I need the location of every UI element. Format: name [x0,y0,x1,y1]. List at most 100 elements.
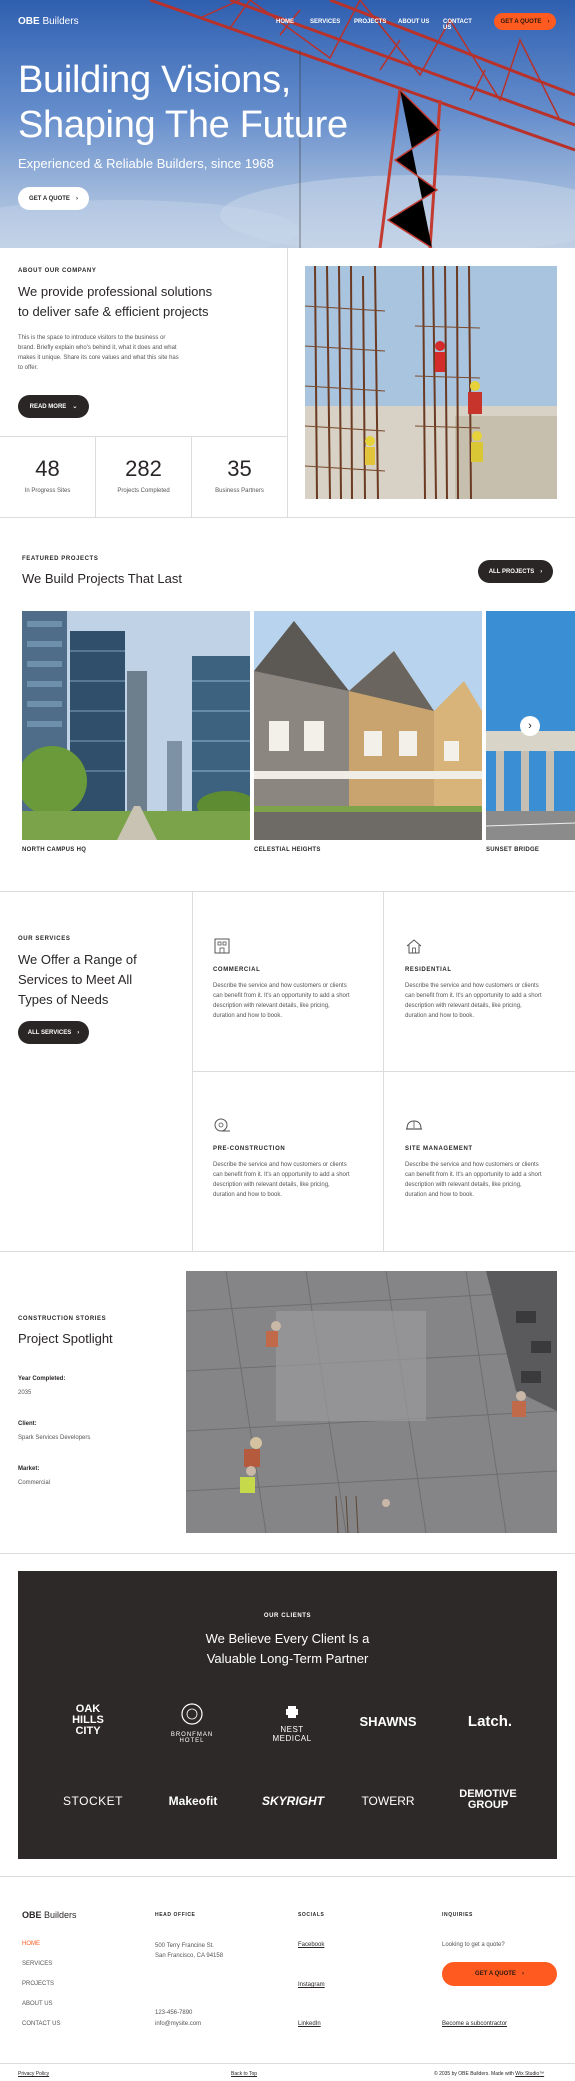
about-body-line: makes it unique. Share its core values a… [18,355,179,361]
project-caption[interactable]: SUNSET BRIDGE [486,847,539,853]
stat-value: 282 [125,456,162,481]
privacy-policy-link[interactable]: Privacy Policy [18,2071,49,2077]
about-heading-line2: to deliver safe & efficient projects [18,304,209,319]
hard-hat-icon [406,1120,422,1130]
project-caption[interactable]: CELESTIAL HEIGHTS [254,847,321,853]
divider [0,1553,575,1554]
nav-contact-us[interactable]: CONTACT US [443,19,476,31]
stat-in-progress: 48 In Progress Sites [0,456,95,494]
carousel-next-button[interactable]: › [520,716,540,736]
nav-home[interactable]: HOME [276,19,294,25]
service-desc-line: can benefit from it. It's an opportunity… [213,1172,350,1178]
divider [192,1071,575,1072]
divider [0,436,287,437]
building-icon [214,938,230,954]
clients-eyebrow: OUR CLIENTS [263,1613,312,1619]
clients-heading: We Believe Every Client Is a Valuable Lo… [18,1629,557,1669]
footer-email[interactable]: info@mysite.com [155,2019,201,2030]
project-caption[interactable]: NORTH CAMPUS HQ [22,847,86,853]
chevron-right-icon: › [540,568,543,575]
house-icon [406,939,422,954]
address-line: 500 Terry Francine St. [155,1943,214,1949]
spotlight-client-label: Client: [18,1421,37,1427]
wix-link[interactable]: Wix Studio™ [515,2071,544,2077]
divider [287,248,288,518]
about-heading: We provide professional solutions to del… [18,282,212,322]
clients-section: OUR CLIENTS We Believe Every Client Is a… [18,1571,557,1859]
hero-section: OBE Builders HOME SERVICES PROJECTS ABOU… [0,0,575,248]
footer-facebook-link[interactable]: Facebook [298,1942,324,1948]
hero-quote-button[interactable]: GET A QUOTE › [18,187,89,210]
spotlight-year-label: Year Completed: [18,1376,66,1382]
service-desc-line: Describe the service and how customers o… [213,1162,347,1168]
nav-about-us[interactable]: ABOUT US [398,19,429,25]
stat-value: 48 [35,456,60,481]
client-logo-nest: NEST MEDICAL [262,1704,322,1744]
about-heading-line1: We provide professional solutions [18,284,213,299]
nav-services[interactable]: SERVICES [310,19,340,25]
service-desc-line: duration and how to book. [213,1013,283,1019]
project-image-north-campus[interactable] [22,611,250,840]
service-desc-line: can benefit from it. It's an opportunity… [405,1172,542,1178]
nav-quote-button[interactable]: GET A QUOTE › [494,13,556,30]
subcontractor-link[interactable]: Become a subcontractor [442,2021,507,2027]
footer-nav-services[interactable]: SERVICES [22,1961,60,1981]
client-logo-latch: Latch. [467,1713,513,1730]
spotlight-market-value: Commercial [18,1480,51,1486]
footer-nav-home[interactable]: HOME [22,1941,60,1961]
chevron-right-icon: › [77,1029,80,1036]
read-more-button[interactable]: READ MORE ⌄ [18,395,89,418]
projects-heading: We Build Projects That Last [22,571,182,586]
footer-quote-button[interactable]: GET A QUOTE › [442,1962,557,1986]
footer-nav-about-us[interactable]: ABOUT US [22,2001,60,2021]
project-image-celestial-heights[interactable] [254,611,482,840]
site-logo[interactable]: OBE Builders [18,16,79,27]
client-logo-bronfman: BRONFMAN HOTEL [162,1701,222,1744]
footer-instagram-link[interactable]: Instagram [298,1982,325,1988]
service-desc-line: can benefit from it. It's an opportunity… [405,993,542,999]
nav-projects[interactable]: PROJECTS [354,19,386,25]
about-body-line: This is the space to introduce visitors … [18,335,166,341]
client-logo-stocket: STOCKET [63,1794,123,1808]
footer-nav-contact-us[interactable]: CONTACT US [22,2021,60,2041]
footer-socials-title: SOCIALS [298,1912,325,1918]
all-services-button[interactable]: ALL SERVICES › [18,1021,89,1044]
spotlight-heading: Project Spotlight [18,1331,113,1346]
services-heading-line: Types of Needs [18,992,109,1007]
stat-label: Business Partners [215,488,264,494]
hero-title-line1: Building Visions, [18,59,292,101]
footer-contact: 123-456-7890 info@mysite.com [155,2008,201,2030]
service-desc-line: description with relevant details, like … [405,1003,522,1009]
footer-linkedin-link[interactable]: LinkedIn [298,2021,321,2027]
footer-quote-label: GET A QUOTE [475,1971,516,1977]
spotlight-market-label: Market: [18,1466,40,1472]
all-projects-button[interactable]: ALL PROJECTS › [478,560,553,583]
client-logo-towerr: TOWERR [361,1794,415,1808]
footer-phone: 123-456-7890 [155,2010,193,2016]
service-title-site-management: SITE MANAGEMENT [405,1146,473,1152]
spotlight-client-value: Spark Services Developers [18,1435,91,1441]
copyright-text: © 2035 by OBE Builders. Made with [434,2071,514,2077]
footer-logo[interactable]: OBE Builders [22,1910,77,1920]
about-eyebrow: ABOUT OUR COMPANY [18,268,97,274]
service-title-commercial: COMMERCIAL [213,967,261,973]
client-logo-oak-hills: OAK HILLS CITY [72,1703,104,1737]
stat-label: Projects Completed [117,488,170,494]
clients-heading-line: We Believe Every Client Is a [205,1631,370,1646]
services-heading-line: We Offer a Range of [18,952,137,967]
about-body: This is the space to introduce visitors … [18,333,198,373]
hero-title-line2: Shaping The Future [18,104,348,146]
service-desc-line: description with relevant details, like … [405,1182,522,1188]
service-desc-line: duration and how to book. [213,1192,283,1198]
back-to-top-link[interactable]: Back to Top [231,2071,257,2077]
stat-completed: 282 Projects Completed [96,456,191,494]
footer-nav: HOME SERVICES PROJECTS ABOUT US CONTACT … [22,1941,60,2041]
service-title-pre-construction: PRE-CONSTRUCTION [213,1146,286,1152]
copyright: © 2035 by OBE Builders. Made with Wix St… [434,2071,544,2077]
divider [0,1251,575,1252]
footer-nav-projects[interactable]: PROJECTS [22,1981,60,2001]
client-logo-shawns: SHAWNS [359,1714,417,1729]
service-desc: Describe the service and how customers o… [405,981,555,1021]
divider [0,891,575,892]
services-heading-line: Services to Meet All [18,972,133,987]
